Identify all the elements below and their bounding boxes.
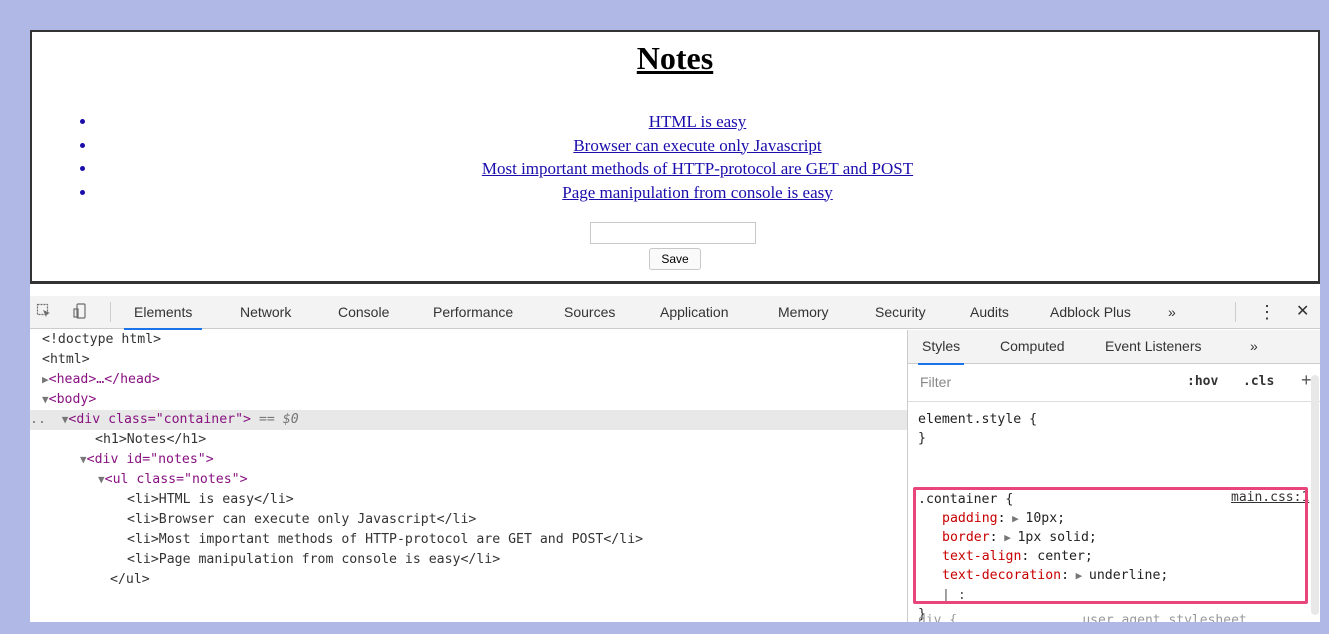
tab-security[interactable]: Security — [875, 296, 926, 328]
tab-network[interactable]: Network — [240, 296, 291, 328]
dom-h1[interactable]: <h1>Notes</h1> — [95, 430, 206, 450]
tab-console[interactable]: Console — [338, 296, 389, 328]
dom-head: <head>…</head> — [48, 372, 160, 387]
more-tabs-icon[interactable]: » — [1168, 296, 1176, 328]
collapse-triangle-icon[interactable]: ▼ — [42, 393, 49, 406]
dom-container-row[interactable]: .. ▼<div class="container"> == $0 — [30, 410, 907, 430]
filter-input[interactable]: Filter — [920, 374, 951, 390]
tab-adblock-plus[interactable]: Adblock Plus — [1050, 296, 1131, 328]
dom-head-row[interactable]: ▶<head>…</head> — [42, 370, 160, 390]
dom-body: <body> — [48, 392, 97, 407]
page-viewport: Notes HTML is easy Browser can execute o… — [30, 30, 1320, 284]
toolbar-divider — [1235, 302, 1236, 322]
devtools-toolbar: Elements Network Console Performance Sou… — [30, 296, 1320, 330]
dom-html[interactable]: <html> — [42, 350, 90, 370]
tab-memory[interactable]: Memory — [778, 296, 829, 328]
tab-sources[interactable]: Sources — [564, 296, 615, 328]
page-title: Notes — [636, 40, 714, 76]
toolbar-divider — [110, 302, 111, 322]
element-style-selector[interactable]: element.style { — [918, 410, 1037, 429]
inspect-element-icon[interactable] — [35, 303, 53, 321]
close-icon[interactable]: ✕ — [1296, 296, 1309, 328]
expand-triangle-icon[interactable]: ▶ — [42, 373, 49, 386]
styles-subtabs: Styles Computed Event Listeners » — [908, 330, 1320, 365]
new-rule-icon[interactable]: + — [1301, 370, 1312, 391]
selected-marker: == $0 — [251, 412, 299, 427]
dom-body-row[interactable]: ▼<body> — [42, 390, 96, 410]
tab-computed[interactable]: Computed — [1000, 330, 1065, 363]
customize-menu-icon[interactable]: ⋮ — [1258, 296, 1276, 328]
browser-frame: Notes HTML is easy Browser can execute o… — [30, 30, 1320, 622]
element-style-close: } — [918, 431, 926, 446]
note-input[interactable] — [590, 222, 756, 244]
styles-pane: Styles Computed Event Listeners » Filter… — [908, 330, 1320, 622]
note-item[interactable]: HTML is easy — [77, 110, 1318, 134]
dom-ul: <ul class="notes"> — [104, 472, 248, 487]
dom-ul-row[interactable]: ▼<ul class="notes"> — [98, 470, 248, 490]
dom-notes-div: <div id="notes"> — [86, 452, 214, 467]
tab-event-listeners[interactable]: Event Listeners — [1105, 330, 1202, 363]
tab-audits[interactable]: Audits — [970, 296, 1009, 328]
note-item[interactable]: Browser can execute only Javascript — [77, 134, 1318, 158]
tab-application[interactable]: Application — [660, 296, 729, 328]
notes-list: HTML is easy Browser can execute only Ja… — [32, 110, 1318, 204]
save-button[interactable]: Save — [649, 248, 701, 270]
dom-ul-close[interactable]: </ul> — [110, 570, 150, 590]
highlight-box — [913, 487, 1308, 604]
tab-styles[interactable]: Styles — [918, 330, 965, 365]
dom-li[interactable]: <li>HTML is easy</li> — [127, 490, 294, 510]
tab-elements[interactable]: Elements — [124, 296, 203, 330]
note-item[interactable]: Page manipulation from console is easy — [77, 181, 1318, 205]
hover-state-toggle[interactable]: :hov — [1187, 374, 1218, 389]
dom-li[interactable]: <li>Browser can execute only Javascript<… — [127, 510, 476, 530]
dom-container: <div class="container"> — [68, 412, 252, 427]
note-item[interactable]: Most important methods of HTTP-protocol … — [77, 157, 1318, 181]
dom-li[interactable]: <li>Most important methods of HTTP-proto… — [127, 530, 643, 550]
elements-tree: <!doctype html> <html> ▶<head>…</head> ▼… — [30, 330, 907, 622]
dom-notes-div-row[interactable]: ▼<div id="notes"> — [80, 450, 214, 470]
collapse-triangle-icon[interactable]: ▼ — [98, 473, 105, 486]
styles-filter-bar: Filter :hov .cls + — [908, 364, 1320, 402]
tab-performance[interactable]: Performance — [433, 296, 513, 328]
dom-doctype[interactable]: <!doctype html> — [42, 330, 161, 350]
next-rule: div { user agent stylesheet — [918, 613, 1247, 622]
collapse-triangle-icon[interactable]: ▼ — [80, 453, 87, 466]
dom-li[interactable]: <li>Page manipulation from console is ea… — [127, 550, 500, 570]
class-toggle[interactable]: .cls — [1243, 374, 1274, 389]
styles-scrollbar[interactable] — [1311, 375, 1319, 615]
more-subtabs-icon[interactable]: » — [1250, 330, 1258, 363]
device-toolbar-icon[interactable] — [72, 303, 90, 321]
